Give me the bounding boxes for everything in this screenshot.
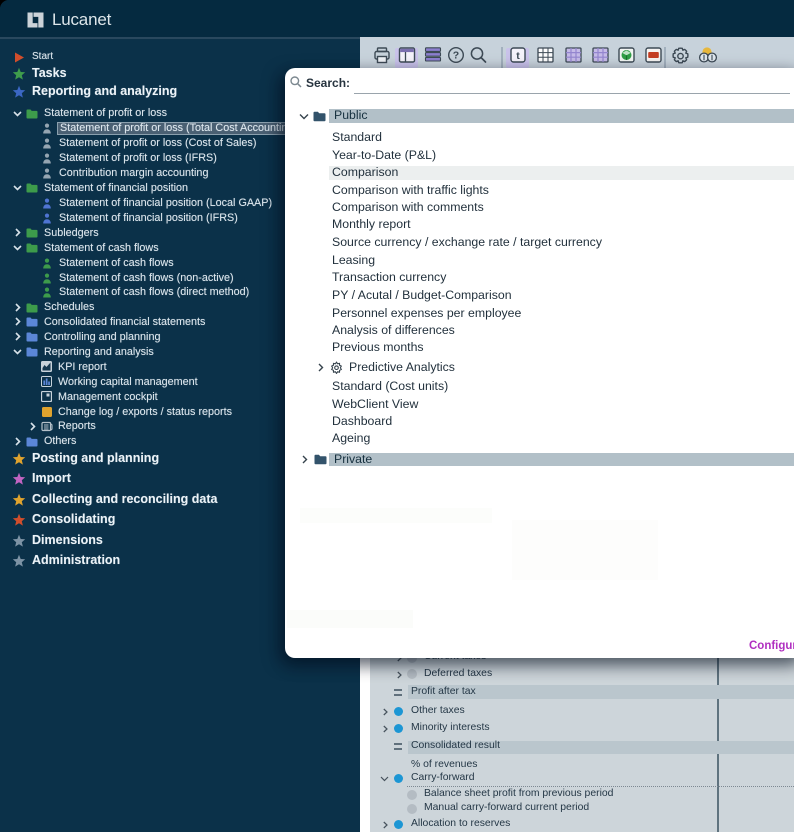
svg-text:?: ? [453,50,459,62]
svg-text:t: t [516,50,520,62]
